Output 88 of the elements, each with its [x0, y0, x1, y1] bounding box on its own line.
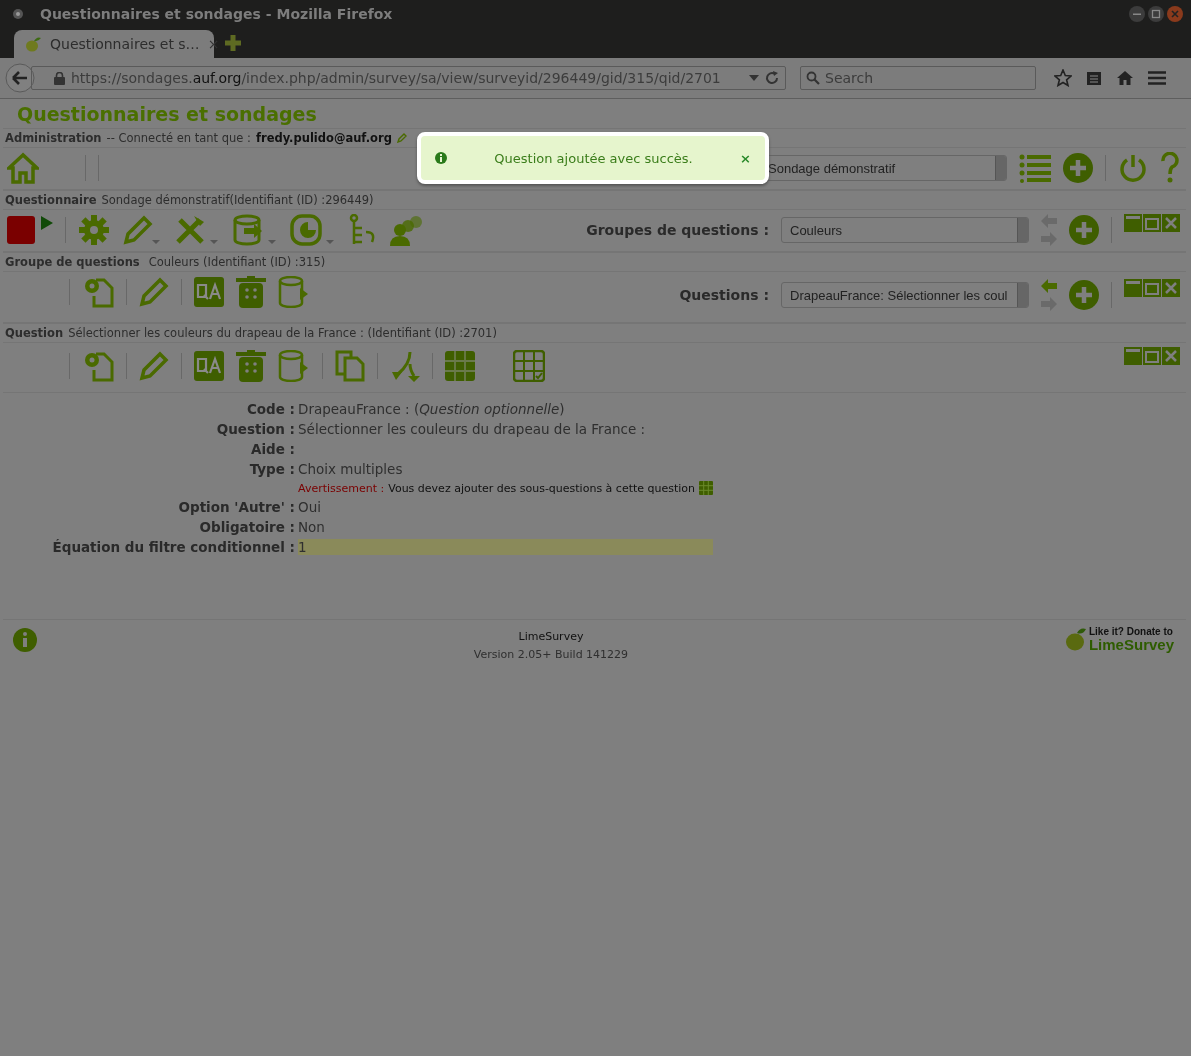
field-value: Sélectionner les couleurs du drapeau de la France : — [298, 421, 647, 437]
bar-text: Sélectionner les couleurs du drapeau de la France : (Identifiant (ID) :2701) — [68, 326, 497, 340]
toast-close-button[interactable]: × — [740, 150, 751, 166]
field-label: Question : — [215, 421, 296, 437]
product-name: LimeSurvey — [518, 630, 584, 643]
field-label: Option 'Autre' : — [177, 499, 296, 515]
field-label: Aide : — [250, 441, 296, 457]
warning-label: Avertissement : — [298, 481, 385, 495]
database-export-icon[interactable] — [278, 276, 310, 308]
gear-document-icon[interactable] — [82, 276, 114, 308]
help-icon[interactable] — [1160, 152, 1180, 184]
selector-label: Questions : — [679, 287, 769, 303]
reading-list-icon[interactable] — [1086, 70, 1102, 86]
minimize-icon[interactable] — [1129, 6, 1145, 22]
pencil-icon[interactable] — [396, 133, 407, 143]
answer-grid-icon[interactable] — [513, 350, 545, 382]
toast-message: Question ajoutée avec succès. — [493, 150, 694, 166]
database-export-icon[interactable] — [278, 350, 310, 382]
field-label: Équation du filtre conditionnel : — [51, 539, 296, 555]
trash-icon[interactable] — [236, 350, 266, 382]
reload-icon[interactable] — [765, 71, 779, 85]
window-menu-icon[interactable] — [12, 8, 24, 20]
field-value: 1 — [298, 539, 714, 555]
bar-text: -- Connecté en tant que : — [106, 131, 251, 145]
lock-icon — [54, 71, 65, 85]
panel-controls-icon[interactable] — [1124, 279, 1180, 299]
field-label: Obligatoire : — [198, 519, 296, 535]
lime-icon — [1064, 627, 1087, 651]
bar-text: Couleurs (Identifiant (ID) :315) — [148, 255, 326, 269]
list-icon[interactable] — [1019, 153, 1051, 183]
field-label: Type : — [248, 461, 296, 477]
question-select[interactable]: DrapeauFrance: Sélectionner les coul — [781, 282, 1029, 308]
new-tab-icon[interactable] — [224, 34, 242, 52]
selector-label: Groupes de questions : — [586, 222, 769, 238]
search-icon — [806, 71, 820, 85]
bar-label: Administration — [5, 131, 102, 145]
window-title: Questionnaires et sondages - Mozilla Firefox — [40, 6, 394, 22]
page-title: Questionnaires et sondages — [16, 102, 318, 127]
field-value: Choix multiples — [298, 461, 404, 477]
qa-icon[interactable] — [194, 351, 224, 381]
field-value: DrapeauFrance : (Question optionnelle) — [298, 401, 566, 417]
power-icon[interactable] — [1118, 153, 1148, 183]
stop-icon[interactable] — [7, 216, 35, 244]
search-field[interactable]: Search — [800, 66, 1036, 90]
home-icon[interactable] — [1116, 70, 1134, 86]
previous-icon[interactable] — [1041, 279, 1057, 293]
donate-link[interactable]: Like it? Donate to LimeSurvey — [1064, 626, 1174, 652]
database-export-menu-icon[interactable] — [232, 214, 278, 246]
pencil-icon[interactable] — [139, 351, 169, 381]
tab-title: Questionnaires et s… — [50, 36, 200, 52]
play-icon[interactable] — [41, 216, 53, 230]
trash-icon[interactable] — [236, 276, 266, 308]
version-text: Version 2.05+ Build 141229 — [473, 648, 629, 661]
field-value: Oui — [298, 499, 322, 515]
qa-icon[interactable] — [194, 277, 224, 307]
warning-text: Vous devez ajouter des sous-questions à cette question — [388, 481, 696, 495]
info-icon — [435, 152, 447, 164]
menu-icon[interactable] — [1148, 71, 1166, 85]
pencil-icon[interactable] — [139, 277, 169, 307]
close-icon[interactable] — [1167, 6, 1183, 22]
add-icon[interactable] — [1069, 280, 1099, 310]
add-icon[interactable] — [1063, 153, 1093, 183]
branch-arrows-icon[interactable] — [390, 350, 420, 382]
gear-icon[interactable] — [78, 214, 110, 246]
copy-icon[interactable] — [335, 350, 365, 382]
user-email: fredy.pulido@auf.org — [255, 131, 392, 145]
grid-icon[interactable] — [445, 351, 475, 381]
back-icon[interactable] — [5, 63, 35, 93]
panel-controls-icon[interactable] — [1124, 347, 1180, 367]
field-value: Non — [298, 519, 326, 535]
bookmark-star-icon[interactable] — [1054, 69, 1072, 87]
bar-label: Questionnaire — [5, 193, 97, 207]
maximize-icon[interactable] — [1148, 6, 1164, 22]
panel-controls-icon[interactable] — [1124, 214, 1180, 234]
bar-text: Sondage démonstratif(Identifiant (ID) :296449) — [101, 193, 374, 207]
dropdown-icon[interactable] — [749, 75, 759, 81]
add-icon[interactable] — [1069, 215, 1099, 245]
lime-icon — [24, 35, 42, 53]
gear-document-icon[interactable] — [82, 350, 114, 382]
grid-icon[interactable] — [699, 481, 714, 495]
bar-label: Question — [5, 326, 64, 340]
pie-chart-menu-icon[interactable] — [290, 214, 336, 246]
bar-label: Groupe de questions — [5, 255, 140, 269]
pencil-menu-icon[interactable] — [122, 214, 162, 246]
address-bar[interactable]: https://sondages.auf.org/index.php/admin/survey/sa/view/surveyid/296449/gid/315/qid/2701 — [31, 66, 786, 90]
group-select[interactable]: Couleurs — [781, 217, 1029, 243]
info-icon[interactable] — [13, 628, 37, 652]
field-label: Code : — [245, 401, 296, 417]
